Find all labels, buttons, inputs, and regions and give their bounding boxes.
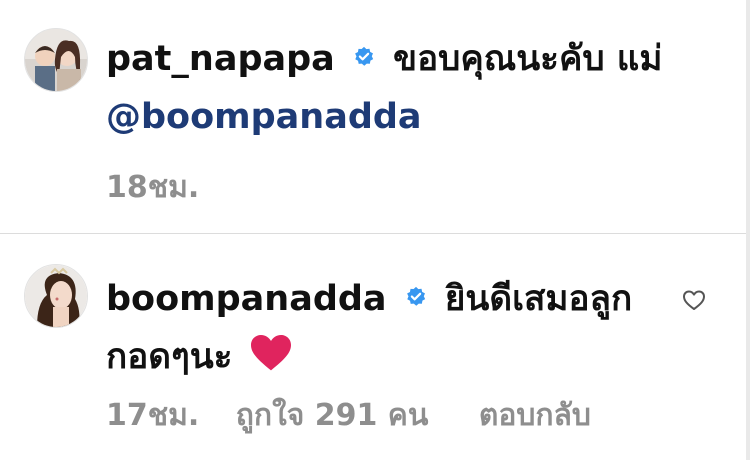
username[interactable]: boompanadda	[106, 279, 387, 319]
comment-meta: 17ชม. ถูกใจ 291 คน ตอบกลับ	[106, 392, 617, 439]
likes-count[interactable]: ถูกใจ 291 คน	[236, 398, 429, 433]
verified-badge-icon	[355, 46, 374, 66]
mention-link[interactable]: @boompanadda	[106, 97, 422, 137]
heart-outline-icon[interactable]	[682, 289, 706, 311]
comment-meta: 18ชม.	[106, 164, 225, 211]
avatar-boompanadda[interactable]	[24, 264, 88, 328]
scrollbar-edge	[746, 0, 750, 460]
reply-button[interactable]: ตอบกลับ	[479, 398, 591, 433]
comment-text: ขอบคุณนะคับ แม่	[393, 39, 663, 79]
timestamp: 18ชม.	[106, 170, 200, 205]
timestamp: 17ชม.	[106, 398, 200, 433]
verified-badge-icon	[406, 286, 425, 306]
comment-2: boompanadda ยินดีเสมอลูก กอดๆนะ 17ชม. ถู…	[0, 234, 750, 460]
red-heart-emoji	[250, 335, 291, 371]
comment-1: pat_napapa ขอบคุณนะคับ แม่ @boompanadda …	[0, 0, 750, 233]
avatar-pat-napapa[interactable]	[24, 28, 88, 92]
username[interactable]: pat_napapa	[106, 39, 335, 79]
